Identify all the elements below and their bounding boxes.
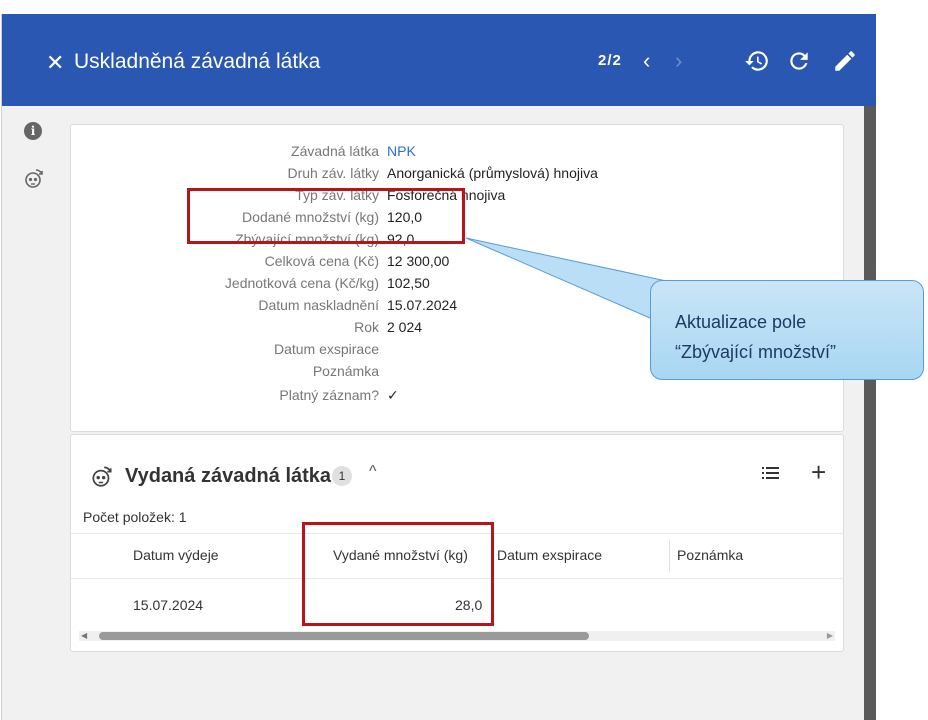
callout-line: Aktualizace pole xyxy=(675,312,807,332)
annotation-callout: Aktualizace pole “Zbývající množství” xyxy=(650,280,924,380)
callout-line: “Zbývající množství” xyxy=(675,342,837,362)
